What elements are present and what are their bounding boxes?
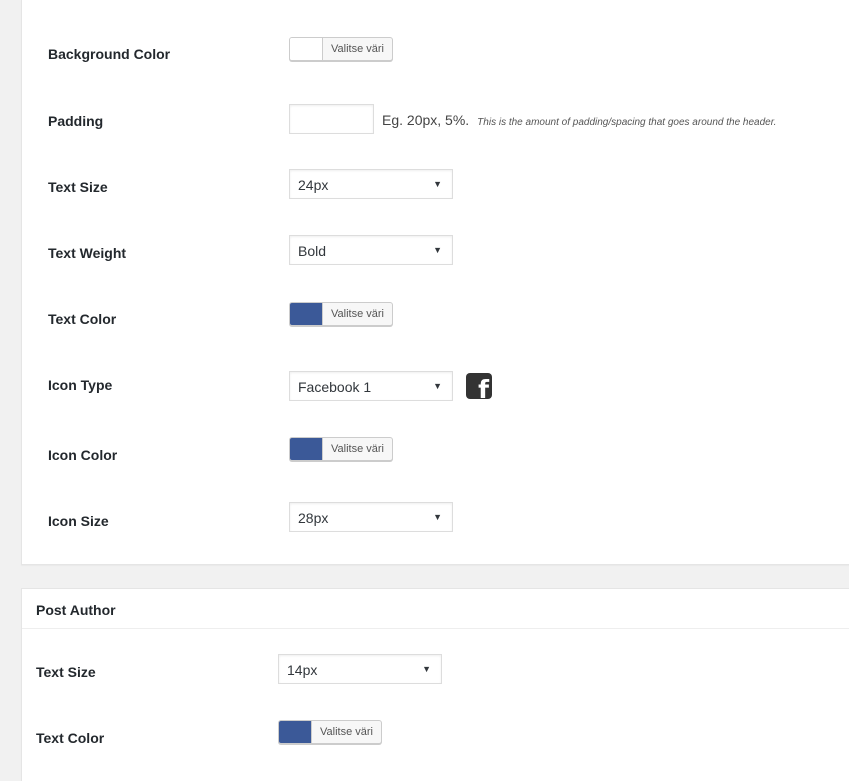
post-author-text-color-swatch [279,721,312,743]
facebook-square-icon: f [466,373,492,399]
icon-size-select[interactable]: 28px ▼ [289,502,453,532]
icon-color-picker-label: Valitse väri [331,443,384,455]
icon-type-row: Icon Type Facebook 1 ▼ f [22,364,849,404]
padding-input[interactable] [289,104,374,134]
header-settings-panel: Background Color Valitse väri Padding Eg… [21,0,849,565]
icon-color-picker-button[interactable]: Valitse väri [289,437,393,461]
text-size-row: Text Size 24px ▼ [22,166,849,206]
text-size-selected-value: 24px [298,177,329,193]
text-size-select[interactable]: 24px ▼ [289,169,453,199]
post-author-title: Post Author [36,602,116,618]
post-author-text-size-row: Text Size 14px ▼ [22,651,849,691]
text-weight-label: Text Weight [48,245,127,261]
post-author-text-size-selected-value: 14px [287,662,318,678]
icon-size-row: Icon Size 28px ▼ [22,500,849,540]
background-color-row: Background Color Valitse väri [22,34,849,74]
chevron-down-icon: ▼ [433,512,442,522]
padding-label: Padding [48,113,104,129]
icon-size-selected-value: 28px [298,510,329,526]
background-color-swatch [290,38,323,60]
post-author-text-size-label: Text Size [36,664,96,680]
icon-type-select[interactable]: Facebook 1 ▼ [289,371,453,401]
post-author-text-color-row: Text Color Valitse väri [22,717,849,757]
post-author-panel: Post Author Text Size 14px ▼ Text Color … [21,588,849,781]
padding-description: This is the amount of padding/spacing th… [477,117,777,128]
chevron-down-icon: ▼ [433,179,442,189]
text-weight-selected-value: Bold [298,243,327,259]
padding-row: Padding Eg. 20px, 5%. This is the amount … [22,100,849,140]
icon-type-label: Icon Type [48,377,113,393]
background-color-label: Background Color [48,46,171,62]
post-author-text-color-label: Text Color [36,730,105,746]
text-color-picker-label: Valitse väri [331,308,384,320]
padding-hint: Eg. 20px, 5%. This is the amount of paddi… [382,112,776,128]
icon-size-label: Icon Size [48,513,109,529]
text-color-row: Text Color Valitse väri [22,298,849,338]
icon-color-label: Icon Color [48,447,118,463]
post-author-text-size-select[interactable]: 14px ▼ [278,654,442,684]
text-color-swatch [290,303,323,325]
padding-example: Eg. 20px, 5%. [382,112,470,128]
text-color-label: Text Color [48,311,117,327]
icon-color-swatch [290,438,323,460]
text-size-label: Text Size [48,179,108,195]
chevron-down-icon: ▼ [433,381,442,391]
chevron-down-icon: ▼ [433,245,442,255]
background-color-picker-button[interactable]: Valitse väri [289,37,393,61]
post-author-text-color-picker-label: Valitse väri [320,726,373,738]
icon-color-row: Icon Color Valitse väri [22,434,849,474]
background-color-picker-label: Valitse väri [331,43,384,55]
text-weight-select[interactable]: Bold ▼ [289,235,453,265]
text-weight-row: Text Weight Bold ▼ [22,232,849,272]
icon-type-selected-value: Facebook 1 [298,379,372,395]
chevron-down-icon: ▼ [422,664,431,674]
section-divider [22,628,849,629]
text-color-picker-button[interactable]: Valitse väri [289,302,393,326]
post-author-text-color-picker-button[interactable]: Valitse väri [278,720,382,744]
